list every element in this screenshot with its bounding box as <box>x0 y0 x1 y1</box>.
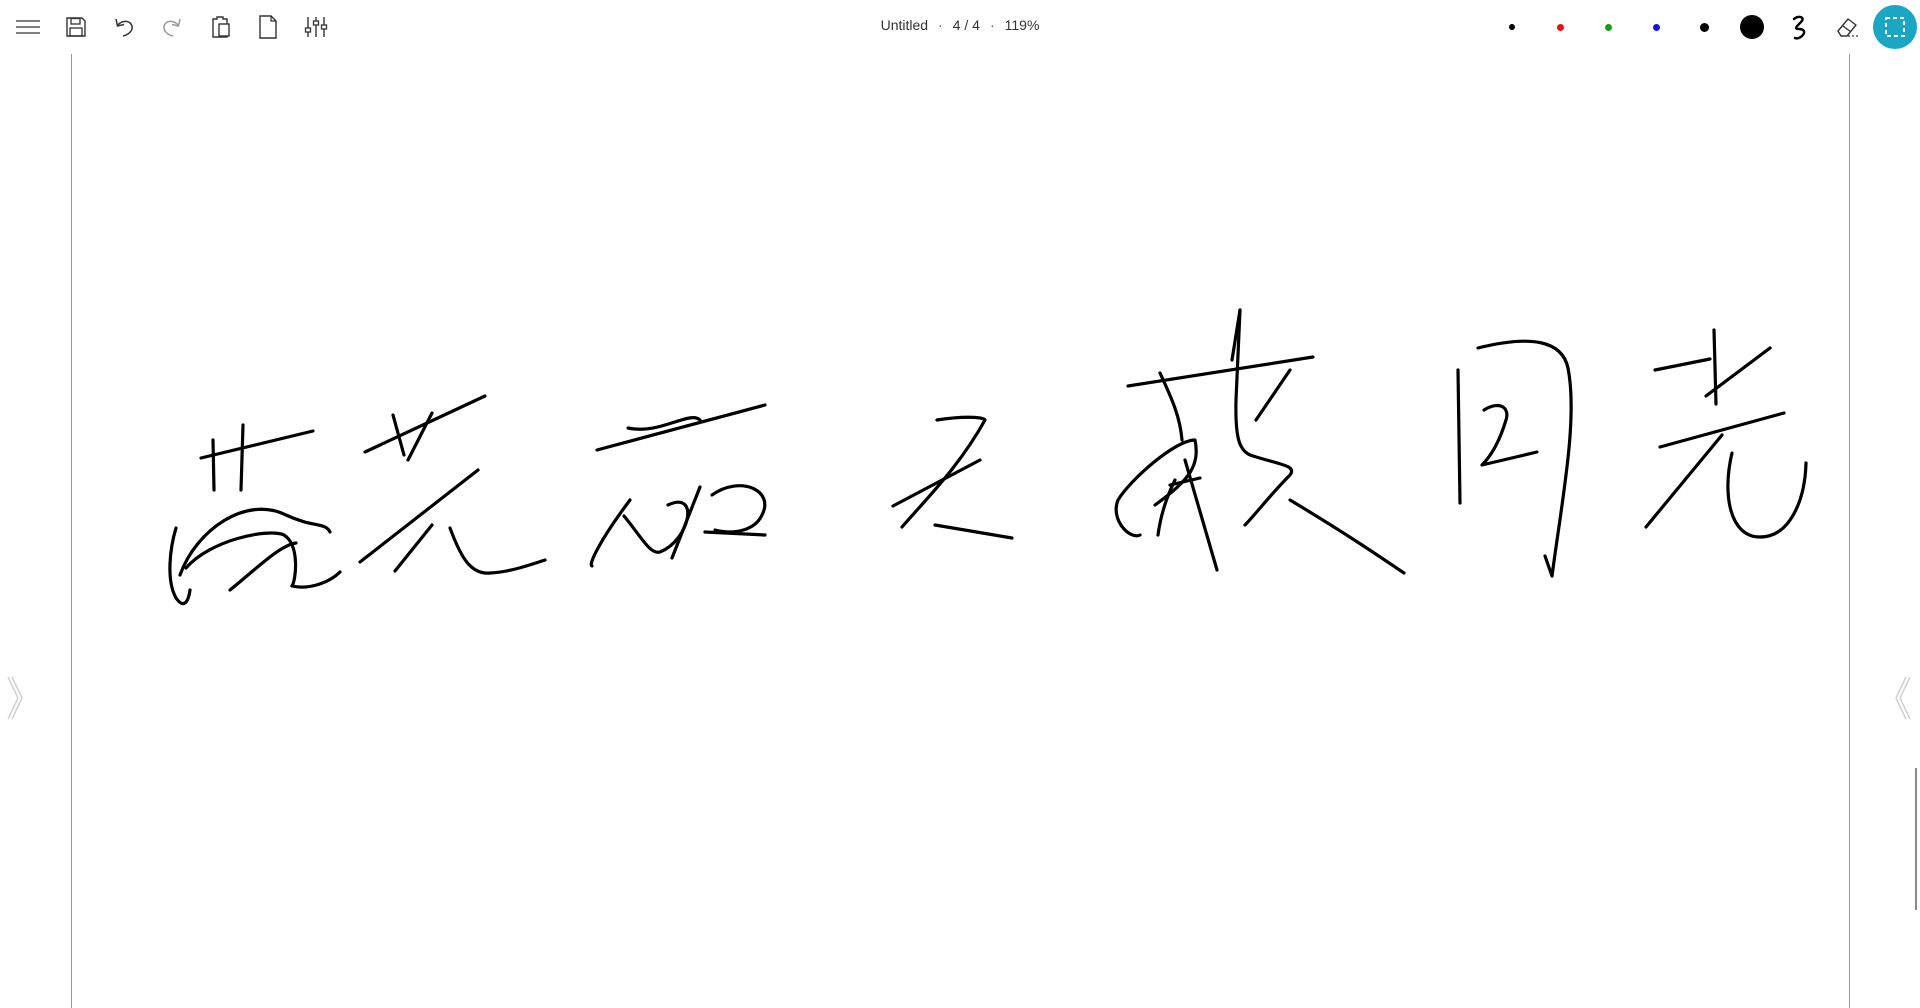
pen-dot-icon <box>1509 24 1515 30</box>
save-button[interactable] <box>52 3 100 51</box>
document-title[interactable]: Untitled <box>881 17 928 33</box>
toolbar-left-group <box>4 3 340 51</box>
pen-dot-icon <box>1740 15 1764 39</box>
toolbar-right-group <box>1488 3 1920 51</box>
ink-canvas[interactable] <box>0 0 1920 1008</box>
clipboard-icon <box>212 16 230 38</box>
pen-dot-icon <box>1699 22 1709 32</box>
toolbar: Untitled · 4 / 4 · 119% <box>0 0 1920 54</box>
stroke-style-button[interactable] <box>1776 3 1824 51</box>
settings-sliders-icon <box>304 17 328 37</box>
squiggle-icon <box>1792 15 1806 40</box>
redo-icon <box>163 18 181 37</box>
pen-red-button[interactable] <box>1536 3 1584 51</box>
pen-dot-icon <box>1556 23 1564 31</box>
next-page-arrow-icon[interactable] <box>1894 673 1914 723</box>
handwriting-strokes <box>168 308 1808 606</box>
undo-icon <box>115 18 133 37</box>
eraser-icon <box>1837 18 1860 37</box>
previous-page-arrow-icon[interactable] <box>4 673 24 723</box>
settings-button[interactable] <box>292 3 340 51</box>
separator-dot: · <box>989 17 995 33</box>
paste-button[interactable] <box>196 3 244 51</box>
zoom-level[interactable]: 119% <box>1005 17 1040 33</box>
redo-button[interactable] <box>148 3 196 51</box>
pen-blue-button[interactable] <box>1632 3 1680 51</box>
select-button-circle <box>1873 5 1917 49</box>
pen-dot-icon <box>1652 23 1660 31</box>
pen-dot-icon <box>1604 23 1612 31</box>
menu-icon <box>16 20 40 34</box>
page-indicator[interactable]: 4 / 4 <box>953 17 980 33</box>
page-icon <box>259 15 277 39</box>
page-button[interactable] <box>244 3 292 51</box>
pen-green-button[interactable] <box>1584 3 1632 51</box>
eraser-button[interactable] <box>1824 3 1872 51</box>
save-icon <box>66 17 86 37</box>
app-window: Untitled · 4 / 4 · 119% <box>0 0 1920 1008</box>
pen-black-medium-button[interactable] <box>1680 3 1728 51</box>
vertical-scrollbar[interactable] <box>1915 768 1917 910</box>
selection-icon <box>1885 17 1905 37</box>
pen-black-large-button[interactable] <box>1728 3 1776 51</box>
select-button[interactable] <box>1872 3 1920 51</box>
pen-black-small-button[interactable] <box>1488 3 1536 51</box>
menu-button[interactable] <box>4 3 52 51</box>
undo-button[interactable] <box>100 3 148 51</box>
separator-dot: · <box>938 17 943 33</box>
